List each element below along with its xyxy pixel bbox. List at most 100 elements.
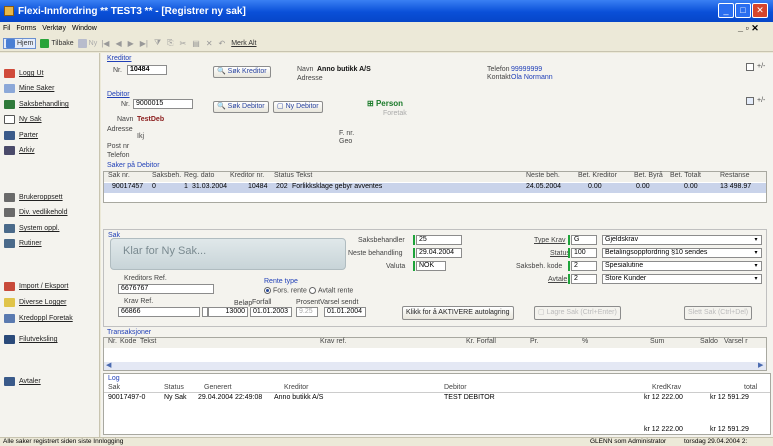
new-button[interactable]: Ny <box>77 38 97 48</box>
menu-forms[interactable]: Forms <box>16 25 36 32</box>
home-button[interactable]: Hjem <box>3 37 37 49</box>
filter-icon[interactable]: ⧩ <box>154 38 161 48</box>
prosent-field[interactable]: 9.25 <box>296 307 318 317</box>
debitor-link[interactable]: Debitor <box>107 91 130 98</box>
sidebar-item-company[interactable]: Kredoppl Foretak <box>4 314 73 323</box>
menu-tools[interactable]: Verktøy <box>42 25 66 32</box>
delete-icon[interactable]: ✕ <box>206 39 213 48</box>
app-window: Flexi-Innfordring ** TEST3 ** - [Registr… <box>0 0 773 446</box>
copy-icon[interactable]: ⎘ <box>167 38 173 48</box>
sidebar-label: Div. vedlikehold <box>19 209 68 216</box>
sidebar-item-agreements[interactable]: Avtaler <box>4 377 41 386</box>
table-row[interactable]: 90017497-0 Ny Sak 29.04.2004 22:49:08 An… <box>104 394 770 403</box>
debitor-toggle-checkbox[interactable] <box>746 97 754 105</box>
minimize-button[interactable]: _ <box>718 3 734 18</box>
first-record-icon[interactable]: |◀ <box>101 39 109 48</box>
col-debitor: Debitor <box>444 384 467 391</box>
sidebar-label: Diverse Logger <box>19 299 67 306</box>
transaksjoner-table: Nr. Kode Tekst Krav ref. Kr. Forfall Pr.… <box>103 337 767 371</box>
save-case-button[interactable]: ▢ Lagre Sak (Ctrl+Enter) <box>534 306 621 320</box>
prev-record-icon[interactable]: ◀ <box>115 39 121 48</box>
rente-avtalt-option[interactable]: Avtalt rente <box>309 287 353 294</box>
log-panel: Log Sak Status Generert Kreditor Debitor… <box>103 373 771 435</box>
sidebar-item-archive[interactable]: Arkiv <box>4 146 35 155</box>
mdi-controls[interactable]: _ ▫ ✕ <box>738 23 759 34</box>
sidebar-item-parties[interactable]: Parter <box>4 131 38 140</box>
col-tekst: Tekst <box>296 172 313 179</box>
activate-autosave-button[interactable]: Klikk for å AKTIVERE autolagring <box>402 306 514 320</box>
neste-behandling-field[interactable]: 29.04.2004 <box>416 248 462 258</box>
saksbeh-kode-field[interactable]: 2 <box>571 261 597 271</box>
sidebar-item-case-handling[interactable]: Saksbehandling <box>4 100 69 109</box>
varsel-field[interactable]: 01.01.2004 <box>324 307 366 317</box>
forfall-field[interactable]: 01.01.2003 <box>250 307 292 317</box>
mark-all-button[interactable]: Merk Alt <box>231 40 256 47</box>
sidebar-item-my-cases[interactable]: Mine Saker <box>4 84 54 93</box>
avtale-field[interactable]: 2 <box>571 274 597 284</box>
search-debitor-button[interactable]: 🔍 Søk Debitor <box>213 101 269 113</box>
user-setup-icon <box>4 193 15 202</box>
kreditor-kontakt-label: Kontakt <box>487 74 511 81</box>
status-date-text: torsdag 29.04.2004 2: <box>684 438 748 445</box>
status-text: Betalingsoppfordring §10 sendes <box>605 249 708 256</box>
last-record-icon[interactable]: ▶| <box>140 39 148 48</box>
avtale-marker <box>568 274 570 284</box>
menu-file[interactable]: Fil <box>3 25 10 32</box>
sidebar-item-new-case[interactable]: Ny Sak <box>4 115 42 124</box>
next-record-icon[interactable]: ▶ <box>128 39 134 48</box>
scroll-left-icon[interactable]: ◀ <box>106 361 111 369</box>
foretak-label[interactable]: Foretak <box>383 110 407 117</box>
rente-fors-option[interactable]: Fors. rente <box>264 287 307 294</box>
horizontal-scrollbar[interactable]: ◀ ▶ <box>104 362 766 370</box>
saksbehandler-field[interactable]: 25 <box>416 235 462 245</box>
sidebar-item-file-exchange[interactable]: Filutveksling <box>4 335 58 344</box>
maximize-button[interactable]: □ <box>735 3 751 18</box>
col-kreditor: Kreditor <box>284 384 309 391</box>
sidebar-label: Import / Eksport <box>19 283 69 290</box>
menu-window[interactable]: Window <box>72 25 97 32</box>
scroll-right-icon[interactable]: ▶ <box>758 361 763 369</box>
col-nr: Nr. <box>108 338 117 345</box>
undo-icon[interactable]: ↶ <box>219 39 226 48</box>
save-case-label: Lagre Sak (Ctrl+Enter) <box>546 309 617 316</box>
logs-icon <box>4 298 15 307</box>
saksbeh-kode-label: Saksbeh. kode <box>516 263 563 270</box>
debitor-nr-label: Nr. <box>121 101 130 108</box>
sidebar-item-logout[interactable]: Logg Ut <box>4 69 44 78</box>
debitor-nr-field[interactable]: 9000015 <box>133 99 193 109</box>
valuta-field[interactable]: NOK <box>416 261 446 271</box>
title-bar: Flexi-Innfordring ** TEST3 ** - [Registr… <box>0 0 773 22</box>
status-code-field[interactable]: 100 <box>571 248 597 258</box>
person-toggle[interactable]: ⊞ Person <box>367 99 403 108</box>
saksbeh-kode-dropdown[interactable]: Spesialutine ▾ <box>602 261 762 271</box>
back-button[interactable]: Tilbake <box>40 38 74 48</box>
sidebar-item-logs[interactable]: Diverse Logger <box>4 298 66 307</box>
kreditors-ref-field[interactable]: 6676767 <box>118 284 214 294</box>
dropdown-arrow-icon: ▾ <box>754 250 758 256</box>
krav-ref-field[interactable]: 66866 <box>118 307 200 317</box>
type-krav-code-field[interactable]: G <box>571 235 597 245</box>
sidebar-item-system[interactable]: System oppl. <box>4 224 59 233</box>
sidebar-item-routines[interactable]: Rutiner <box>4 239 42 248</box>
search-kreditor-button[interactable]: 🔍 Søk Kreditor <box>213 66 271 78</box>
cell-sak-nr: 90017457 <box>112 183 144 190</box>
delete-case-button[interactable]: Slett Sak (Ctrl+Del) <box>684 306 753 320</box>
kreditor-toggle-checkbox[interactable] <box>746 63 754 71</box>
avtale-dropdown[interactable]: Store Kunder ▾ <box>602 274 762 284</box>
debitor-plusminus: +/- <box>757 97 766 104</box>
close-button[interactable]: ✕ <box>752 3 768 18</box>
kreditor-link[interactable]: Kreditor <box>107 55 132 62</box>
status-dropdown[interactable]: Betalingsoppfordring §10 sendes ▾ <box>602 248 762 258</box>
sidebar-item-maintenance[interactable]: Div. vedlikehold <box>4 208 68 217</box>
new-debitor-button[interactable]: ▢ Ny Debitor <box>273 101 323 113</box>
sidebar-item-import-export[interactable]: Import / Eksport <box>4 282 68 291</box>
belop-field[interactable]: 13000 <box>208 307 248 317</box>
sidebar-item-user-setup[interactable]: Brukeroppsett <box>4 193 63 202</box>
cut-icon[interactable]: ✂ <box>180 39 187 48</box>
kreditor-navn-label: Navn <box>297 66 314 73</box>
kreditor-nr-field[interactable]: 10484 <box>127 65 167 75</box>
paste-icon[interactable]: ▤ <box>192 39 200 48</box>
table-row[interactable]: 90017457 0 1 31.03.2004 10484 202 Forlik… <box>104 183 766 193</box>
kreditor-navn-value: Anno butikk A/S <box>317 66 371 73</box>
type-krav-dropdown[interactable]: Gjeldskrav ▾ <box>602 235 762 245</box>
